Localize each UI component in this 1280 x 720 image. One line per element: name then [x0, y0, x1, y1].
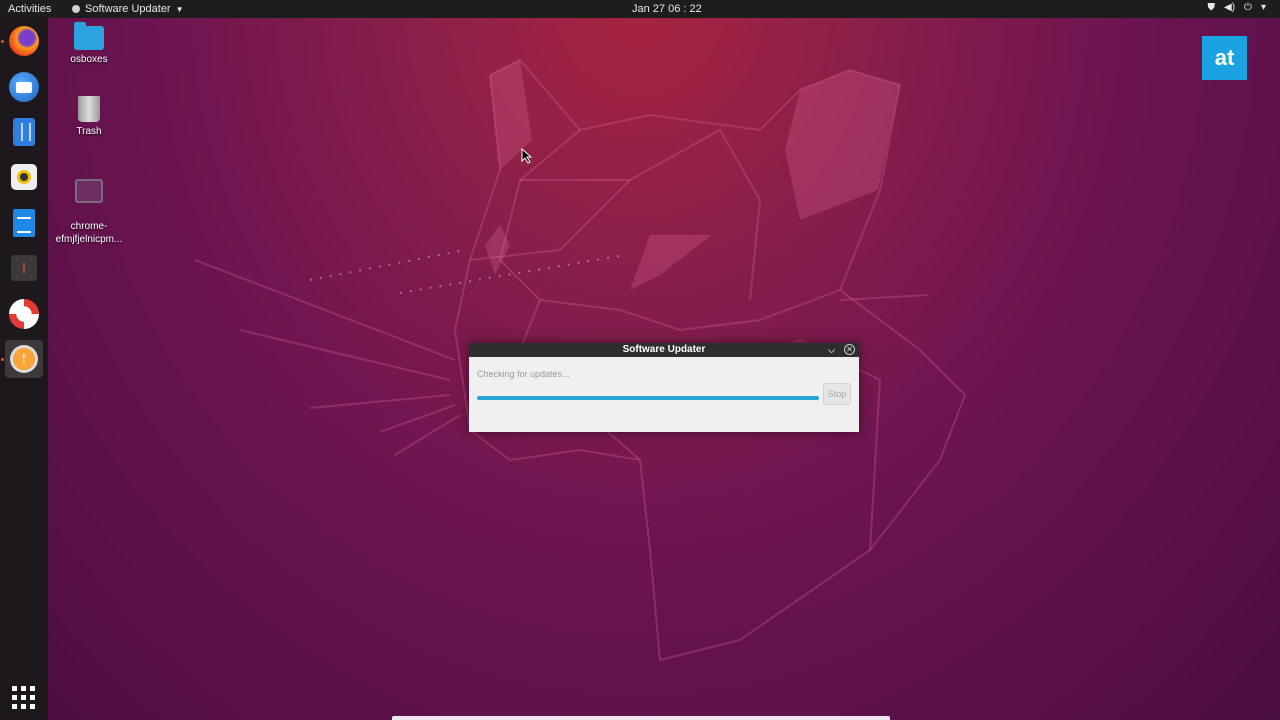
- volume-icon: ◀): [1224, 2, 1236, 13]
- desktop-icon-label: chrome- efmjfjelnicpm...: [55, 221, 123, 245]
- dock-item-thunderbird[interactable]: [5, 68, 43, 106]
- updater-icon: ↑: [10, 345, 38, 373]
- software-updater-dialog: Software Updater ⌵ ✕ Checking for update…: [469, 343, 859, 432]
- chrome-app-icon: [75, 179, 103, 203]
- help-icon: [9, 299, 39, 329]
- desktop-icon-chrome-app[interactable]: chrome- efmjfjelnicpm...: [49, 166, 129, 259]
- dock-item-rhythmbox[interactable]: [5, 158, 43, 196]
- at-logo-badge: at: [1202, 36, 1247, 80]
- dock-item-software[interactable]: !: [5, 249, 43, 287]
- app-menu[interactable]: Software Updater ▼: [72, 3, 184, 15]
- power-icon: ⏻: [1244, 2, 1252, 13]
- stop-button[interactable]: Stop: [823, 383, 851, 405]
- dock-item-help[interactable]: [5, 295, 43, 333]
- chevron-down-icon: ▼: [175, 4, 184, 14]
- desktop-icon-home[interactable]: osboxes: [49, 22, 129, 65]
- app-menu-label: Software Updater: [85, 3, 171, 15]
- dock-item-software-updater[interactable]: ↑: [5, 340, 43, 378]
- close-icon[interactable]: ✕: [844, 344, 855, 355]
- rhythmbox-icon: [11, 164, 37, 190]
- chevron-down-icon: ▾: [1260, 2, 1266, 13]
- dock-item-files[interactable]: [5, 113, 43, 151]
- mouse-cursor-icon: [521, 148, 533, 164]
- show-applications-icon[interactable]: [12, 686, 36, 710]
- progress-fill: [477, 396, 819, 400]
- dock-item-firefox[interactable]: [5, 22, 43, 60]
- software-icon: !: [11, 255, 37, 281]
- dialog-titlebar[interactable]: Software Updater ⌵ ✕: [469, 343, 859, 357]
- shield-icon: ⛊: [1207, 2, 1216, 13]
- home-folder-icon: [74, 22, 104, 50]
- bottom-edge-bar: [392, 716, 890, 720]
- trash-icon: [78, 96, 100, 122]
- activities-button[interactable]: Activities: [8, 3, 51, 15]
- files-icon: [13, 118, 35, 146]
- status-text: Checking for updates...: [477, 369, 570, 379]
- top-bar: Activities Software Updater ▼ Jan 27 06 …: [0, 0, 1280, 18]
- system-tray[interactable]: ⛊ ◀) ⏻ ▾: [1208, 2, 1266, 13]
- dock-item-writer[interactable]: [5, 204, 43, 242]
- running-indicator: [1, 40, 4, 43]
- writer-icon: [13, 209, 35, 237]
- progress-bar: [477, 396, 819, 400]
- clock[interactable]: Jan 27 06 : 22: [632, 3, 702, 15]
- firefox-icon: [9, 26, 39, 56]
- app-menu-icon: [72, 5, 80, 13]
- desktop-icon-trash[interactable]: Trash: [49, 96, 129, 137]
- desktop-icon-label: osboxes: [70, 54, 108, 65]
- desktop-icon-label: Trash: [76, 126, 102, 137]
- thunderbird-icon: [9, 72, 39, 102]
- chevron-down-icon[interactable]: ⌵: [828, 343, 835, 357]
- running-indicator: [1, 358, 4, 361]
- dock: ! ↑: [0, 18, 48, 720]
- dialog-title: Software Updater: [622, 344, 706, 355]
